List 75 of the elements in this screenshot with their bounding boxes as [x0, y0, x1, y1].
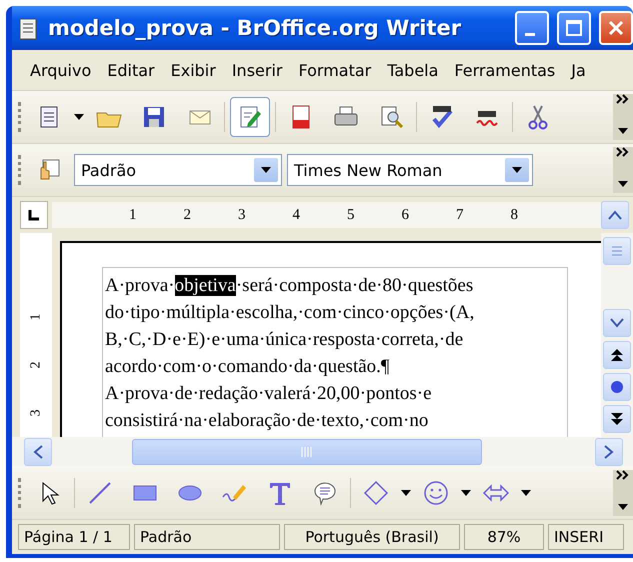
document-text-line: A·prova·de·redação·valerá·20,00·pontos·e [105, 382, 433, 406]
toolbar-overflow-button[interactable] [613, 94, 633, 140]
caret-icon [521, 490, 531, 496]
menu-item[interactable]: Arquivo [22, 60, 100, 80]
scroll-right-button[interactable] [595, 438, 623, 466]
circle-icon [610, 380, 624, 394]
window-title: modelo_prova - BrOffice.org Writer [48, 16, 462, 40]
menu-item[interactable]: Exibir [162, 60, 224, 80]
status-field: Página 1 / 1 [18, 524, 130, 550]
grip-lines-icon [610, 245, 624, 257]
double-down-arrow-icon [610, 412, 624, 426]
smiley-shape-icon [422, 479, 450, 507]
previous-page-button[interactable] [603, 341, 631, 369]
ruler-number: 2 [182, 206, 191, 224]
caret-icon [618, 128, 628, 134]
next-page-button[interactable] [603, 405, 631, 433]
ruler-number: 4 [292, 206, 300, 224]
font-name-dropdown[interactable]: Times New Roman [287, 154, 533, 186]
dropdown-arrow-icon [512, 167, 522, 173]
scroll-left-button[interactable] [24, 438, 52, 466]
scroll-thumb[interactable] [132, 439, 482, 465]
ruler-number: 3 [28, 410, 44, 416]
caret-icon [461, 490, 471, 496]
scroll-down-button[interactable] [603, 309, 631, 337]
menu-item[interactable]: Ferramentas [446, 60, 564, 80]
tab-stop-button[interactable] [20, 201, 48, 229]
close-button[interactable] [599, 11, 633, 45]
close-icon [607, 19, 625, 37]
menu-item[interactable]: Formatar [290, 60, 380, 80]
caret-icon [618, 181, 628, 187]
ruler-number: 3 [237, 206, 246, 224]
menu-item[interactable]: Editar [99, 60, 163, 80]
minimize-button[interactable] [515, 11, 549, 45]
toolbar-overflow-button[interactable] [613, 470, 633, 516]
document-text-line: acordo·com·o·comando·da·questão.¶ [105, 355, 391, 379]
toolbar-overflow-button[interactable] [613, 147, 633, 193]
status-field: Padrão [134, 524, 280, 550]
maximize-icon [565, 19, 583, 37]
caret-icon [401, 490, 411, 496]
menu-item[interactable]: Ja [563, 60, 594, 80]
chevron-icon [616, 94, 630, 104]
ruler-number: 7 [455, 206, 464, 224]
status-field: Português (Brasil) [284, 524, 460, 550]
left-tab-icon [28, 209, 40, 221]
edit-document-button[interactable] [230, 97, 270, 137]
ruler-number: 1 [128, 206, 136, 224]
ruler-number: 6 [400, 206, 409, 224]
maximize-button[interactable] [557, 11, 591, 45]
status-field: INSERI [548, 524, 624, 550]
caret-icon [618, 504, 628, 510]
caret-icon [74, 114, 84, 120]
navigator-button[interactable] [603, 373, 631, 401]
chevron-icon [616, 470, 630, 480]
diamond-shape-icon [362, 479, 390, 507]
menu-item[interactable]: Inserir [224, 60, 290, 80]
paragraph-style-dropdown[interactable]: Padrão [74, 154, 282, 186]
ruler-number: 8 [510, 206, 518, 224]
scroll-thumb[interactable] [603, 237, 631, 265]
document-text-line: B,·C,·D·e·E)·e·uma·única·resposta·correta,·de [105, 328, 464, 352]
chevron-icon [616, 147, 630, 157]
status-field: 87% [464, 524, 544, 550]
menu-item[interactable]: Tabela [379, 60, 446, 80]
document-text-line: consistirá·na·elaboração·de·texto,·com·no [105, 409, 430, 433]
dropdown-arrow-icon [261, 167, 271, 173]
ruler-number: 5 [346, 206, 354, 224]
font-value: Times New Roman [294, 160, 442, 180]
ruler-number: 1 [28, 314, 44, 320]
scroll-up-button[interactable] [601, 201, 629, 229]
document-text-line: A·prova·objetiva·será·composta·de·80·questões [105, 274, 474, 298]
document-text-line: do·tipo·múltipla·escolha,·com·cinco·opções·(A, [105, 301, 476, 325]
style-value: Padrão [81, 160, 136, 180]
ruler-number: 2 [28, 362, 44, 368]
minimize-icon [525, 32, 535, 36]
double-up-arrow-icon [610, 348, 624, 362]
grip-lines-icon [301, 447, 313, 457]
